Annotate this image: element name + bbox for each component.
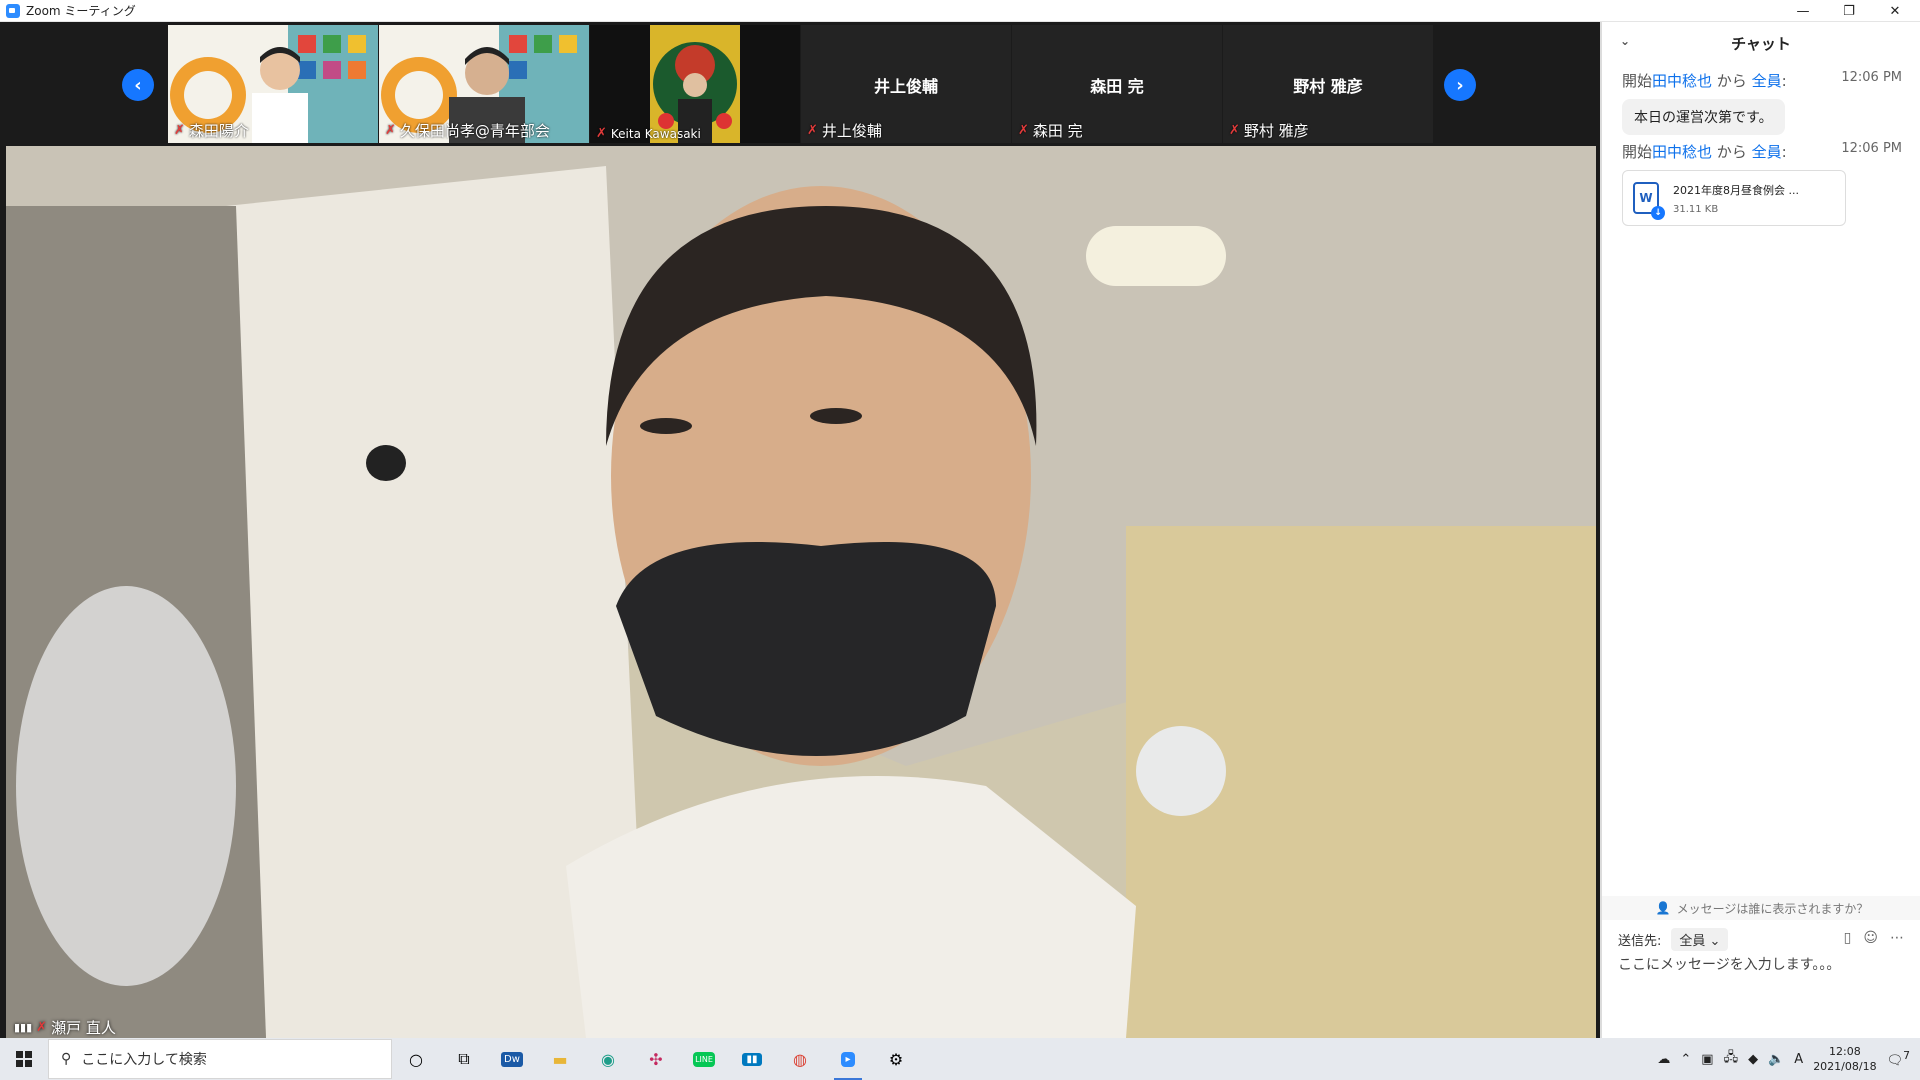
- dropbox-icon[interactable]: ◆: [1748, 1052, 1758, 1067]
- chevron-left-icon[interactable]: ‹: [122, 69, 154, 101]
- message-meta: 開始田中稔也 から 全員: 12:06 PM: [1622, 70, 1902, 90]
- line-icon[interactable]: LINE: [680, 1038, 728, 1080]
- notification-icon[interactable]: 🗨7: [1887, 1049, 1910, 1068]
- weather-icon[interactable]: ☁: [1657, 1052, 1670, 1067]
- participant-name: ✗ 野村 雅彦: [1229, 122, 1309, 140]
- taskbar-search[interactable]: ⚲ ここに入力して検索: [48, 1039, 392, 1079]
- muted-mic-icon: ✗: [596, 126, 607, 141]
- chat-message: 開始田中稔也 から 全員: 12:06 PM 本日の運営次第です。: [1602, 70, 1920, 135]
- file-explorer-icon[interactable]: ▬: [536, 1038, 584, 1080]
- chevron-up-icon[interactable]: ⌃: [1680, 1052, 1691, 1067]
- zoom-logo-icon: [6, 3, 20, 18]
- chevron-down-icon[interactable]: ⌄: [1620, 34, 1630, 48]
- active-speaker-name: ▮▮▮ ✗ 瀬戸 直人: [14, 1019, 116, 1037]
- participant-tile[interactable]: ✗ Keita Kawasaki: [590, 25, 800, 143]
- participant-name: ✗ 森田陽介: [174, 122, 249, 140]
- chat-message: 開始田中稔也 から 全員: 12:06 PM W ↓ 2021年度8月昼食例会 .…: [1602, 141, 1920, 226]
- muted-mic-icon: ✗: [1018, 123, 1029, 138]
- chat-input[interactable]: ここにメッセージを入力します。。。: [1618, 954, 1840, 974]
- participant-tile[interactable]: ✗ 久保田尚孝@青年部会: [379, 25, 589, 143]
- ime-indicator[interactable]: A: [1794, 1052, 1803, 1067]
- recipient-link[interactable]: 全員: [1752, 72, 1782, 90]
- file-icon[interactable]: ▯: [1844, 930, 1852, 946]
- participant-name: ✗ Keita Kawasaki: [596, 126, 701, 141]
- restore-button[interactable]: ❐: [1826, 0, 1872, 22]
- participant-display-name: 野村 雅彦: [1293, 77, 1363, 96]
- volume-icon[interactable]: 🔈: [1768, 1052, 1784, 1067]
- participant-display-name: 井上俊輔: [873, 77, 938, 96]
- search-icon: ⚲: [61, 1051, 72, 1067]
- start-button[interactable]: [0, 1038, 48, 1080]
- chevron-right-icon[interactable]: ›: [1444, 69, 1476, 101]
- sender-link[interactable]: 田中稔也: [1652, 72, 1712, 90]
- slack-icon[interactable]: ✣: [632, 1038, 680, 1080]
- speaker-video-frame: [6, 146, 1596, 1038]
- recipient-select[interactable]: 全員 ⌄: [1671, 928, 1729, 951]
- cortana-icon[interactable]: ○: [392, 1038, 440, 1080]
- muted-mic-icon: ✗: [1229, 123, 1240, 138]
- word-file-icon: W ↓: [1633, 182, 1665, 220]
- settings-icon[interactable]: ⚙: [872, 1038, 920, 1080]
- zoom-icon[interactable]: ▸: [824, 1038, 872, 1080]
- chat-header: ⌄ チャット: [1602, 22, 1920, 64]
- participant-tile[interactable]: 森田 完 ✗ 森田 完: [1012, 25, 1222, 143]
- dreamweaver-icon[interactable]: Dw: [488, 1038, 536, 1080]
- window-title: Zoom ミーティング: [26, 4, 136, 18]
- title-bar: Zoom ミーティング — ❐ ✕: [0, 0, 1920, 22]
- more-icon[interactable]: ⋯: [1890, 930, 1904, 946]
- chat-panel: ⌄ チャット 開始田中稔也 から 全員: 12:06 PM 本日の運営次第です。…: [1600, 22, 1920, 1038]
- chat-privacy-notice[interactable]: 👤 メッセージは誰に表示されますか？: [1602, 896, 1920, 920]
- participant-tile[interactable]: 野村 雅彦 ✗ 野村 雅彦: [1223, 25, 1433, 143]
- participant-name: ✗ 森田 完: [1018, 122, 1083, 140]
- participant-tile[interactable]: ✗ 森田陽介: [168, 25, 378, 143]
- message-meta: 開始田中稔也 から 全員: 12:06 PM: [1622, 141, 1902, 161]
- message-text: 本日の運営次第です。: [1622, 99, 1785, 135]
- send-to-label: 送信先:: [1618, 934, 1662, 949]
- participant-tile[interactable]: 井上俊輔 ✗ 井上俊輔: [801, 25, 1011, 143]
- chat-title: チャット: [1731, 34, 1791, 53]
- chat-tools: ▯ ☺ ⋯: [1844, 930, 1904, 946]
- edge-icon[interactable]: ◉: [584, 1038, 632, 1080]
- file-name: 2021年度8月昼食例会 ...: [1673, 183, 1799, 197]
- signal-icon: ▮▮▮: [14, 1021, 33, 1034]
- recipient-link[interactable]: 全員: [1752, 143, 1782, 161]
- participant-name: ✗ 井上俊輔: [807, 122, 882, 140]
- active-speaker-video[interactable]: ▮▮▮ ✗ 瀬戸 直人: [6, 146, 1596, 1038]
- taskbar: ⚲ ここに入力して検索 ○ ⧉ Dw ▬ ◉ ✣ LINE ▮▮ ◍ ▸ ⚙ ☁…: [0, 1038, 1920, 1080]
- trello-icon[interactable]: ▮▮: [728, 1038, 776, 1080]
- minimize-button[interactable]: —: [1780, 0, 1826, 22]
- close-button[interactable]: ✕: [1872, 0, 1918, 22]
- participant-display-name: 森田 完: [1090, 77, 1144, 96]
- video-stage: ‹ ✗ 森田陽介 ✗ 久保田尚孝@青年部会 ✗ Keita Kawasaki 井…: [0, 22, 1600, 1038]
- send-to-row: 送信先: 全員 ⌄: [1618, 928, 1729, 951]
- message-time: 12:06 PM: [1841, 141, 1902, 156]
- message-time: 12:06 PM: [1841, 70, 1902, 85]
- task-view-icon[interactable]: ⧉: [440, 1038, 488, 1080]
- participant-name: ✗ 久保田尚孝@青年部会: [385, 122, 550, 140]
- system-tray: ☁ ⌃ ▣ 🖧 ◆ 🔈 A 12:08 2021/08/18 🗨7: [1657, 1038, 1920, 1080]
- windows-logo-icon: [16, 1051, 32, 1067]
- network-icon[interactable]: 🖧: [1724, 1048, 1739, 1070]
- file-attachment[interactable]: W ↓ 2021年度8月昼食例会 ... 31.11 KB: [1622, 170, 1846, 226]
- muted-mic-icon: ✗: [36, 1020, 48, 1035]
- download-icon[interactable]: ↓: [1651, 206, 1665, 220]
- muted-mic-icon: ✗: [807, 123, 818, 138]
- participant-strip: ‹ ✗ 森田陽介 ✗ 久保田尚孝@青年部会 ✗ Keita Kawasaki 井…: [0, 22, 1600, 146]
- sender-link[interactable]: 田中稔也: [1652, 143, 1712, 161]
- tray-app-icon[interactable]: ▣: [1701, 1052, 1713, 1067]
- muted-mic-icon: ✗: [174, 123, 185, 138]
- clock[interactable]: 12:08 2021/08/18: [1813, 1044, 1876, 1074]
- file-size: 31.11 KB: [1673, 203, 1719, 215]
- muted-mic-icon: ✗: [385, 123, 396, 138]
- emoji-icon[interactable]: ☺: [1863, 930, 1878, 946]
- people-icon: 👤: [1655, 901, 1671, 915]
- chrome-icon[interactable]: ◍: [776, 1038, 824, 1080]
